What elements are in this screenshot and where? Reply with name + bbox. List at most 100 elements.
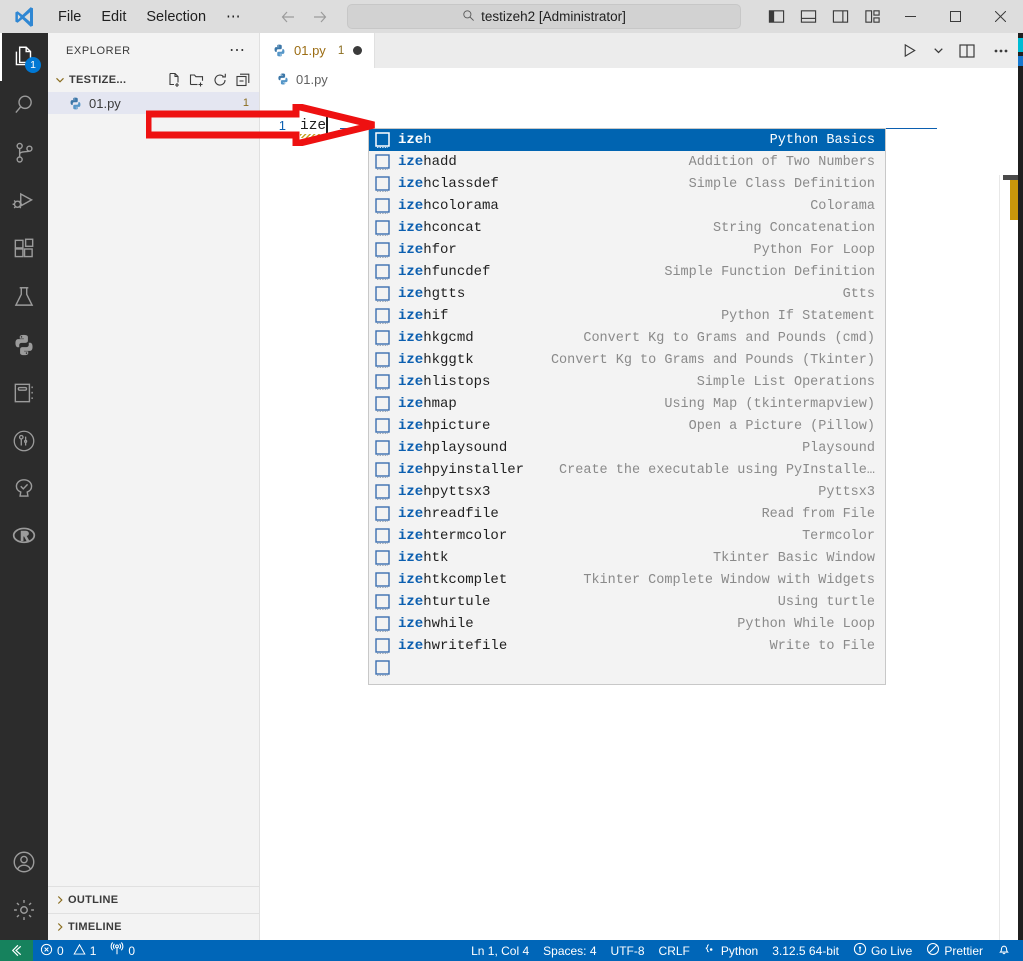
toggle-secondary-sidebar-icon[interactable] [824, 0, 856, 33]
status-python-interpreter[interactable]: 3.12.5 64-bit [765, 940, 846, 961]
editor-scrollbar-track[interactable] [999, 175, 1013, 940]
toggle-primary-sidebar-icon[interactable] [760, 0, 792, 33]
breadcrumb[interactable]: 01.py [260, 68, 1023, 90]
tab-dirty-indicator[interactable] [353, 46, 363, 55]
customize-layout-icon[interactable] [856, 0, 888, 33]
suggestion-item[interactable]: izehclassdef Simple Class Definition [369, 173, 885, 195]
status-cursor-position[interactable]: Ln 1, Col 4 [464, 940, 536, 961]
command-center-search[interactable]: testizeh2 [Administrator] [347, 4, 741, 29]
suggestion-label: izehwhile [398, 616, 474, 632]
status-encoding[interactable]: UTF-8 [604, 940, 652, 961]
arrow-left-icon[interactable] [279, 8, 297, 26]
activity-bar-item-python[interactable] [0, 321, 48, 369]
activity-bar-item-explorer[interactable]: 1 [0, 33, 48, 81]
activity-bar-item-health-check[interactable] [0, 465, 48, 513]
status-go-live[interactable]: Go Live [846, 940, 919, 961]
suggestion-description: Simple List Operations [696, 374, 875, 390]
suggestion-item[interactable]: izehwhile Python While Loop [369, 613, 885, 635]
suggestion-item[interactable]: izehreadfile Read from File [369, 503, 885, 525]
menu-file[interactable]: File [48, 6, 91, 28]
menu-more[interactable]: ⋯ [216, 6, 251, 28]
explorer-badge: 1 [25, 57, 41, 73]
suggestion-description: Write to File [769, 638, 875, 654]
suggestion-item[interactable]: izehconcat String Concatenation [369, 217, 885, 239]
code-line-1[interactable]: 1 ize [260, 116, 329, 138]
editor-tab-01py[interactable]: 01.py 1 [260, 33, 376, 68]
sidebar-section-outline[interactable]: OUTLINE [48, 886, 259, 913]
suggestion-label: izehpicture [398, 418, 491, 434]
status-eol[interactable]: CRLF [652, 940, 697, 961]
window-maximize-button[interactable] [933, 0, 978, 33]
overview-ruler-tick-cyan [1018, 38, 1023, 52]
suggestion-item[interactable]: izehif Python If Statement [369, 305, 885, 327]
suggestion-widget[interactable]: izeh Python Basics izehadd Addition of Two … [368, 128, 886, 685]
activity-bar-item-accounts[interactable] [0, 838, 48, 886]
suggestion-item[interactable]: izeh Python Basics [369, 129, 885, 151]
suggestion-description: Using turtle [777, 594, 875, 610]
activity-bar-item-r-language[interactable] [0, 513, 48, 561]
suggestion-item[interactable]: izehadd Addition of Two Numbers [369, 151, 885, 173]
status-notifications[interactable] [990, 940, 1023, 961]
activity-bar-item-search[interactable] [0, 81, 48, 129]
new-folder-icon[interactable] [187, 70, 207, 90]
activity-bar-item-jupyter[interactable] [0, 417, 48, 465]
suggestion-label: izehkgcmd [398, 330, 474, 346]
suggestion-item[interactable]: izehpyinstaller Create the executable usi… [369, 459, 885, 481]
suggestion-item[interactable]: izehplaysound Playsound [369, 437, 885, 459]
status-indentation[interactable]: Spaces: 4 [536, 940, 603, 961]
status-problems[interactable]: 0 1 [33, 940, 103, 961]
activity-bar-item-extensions[interactable] [0, 225, 48, 273]
snippet-icon [375, 549, 392, 567]
run-python-file-icon[interactable] [897, 37, 921, 65]
activity-bar-item-source-control[interactable] [0, 129, 48, 177]
suggestion-label: izehplaysound [398, 440, 508, 456]
error-squiggle [300, 133, 327, 138]
chevron-down-icon[interactable] [931, 37, 945, 65]
navigation-buttons [279, 8, 329, 26]
window-minimize-button[interactable] [888, 0, 933, 33]
suggestion-item[interactable]: izehtk Tkinter Basic Window [369, 547, 885, 569]
suggestion-item[interactable]: izehpyttsx3 Pyttsx3 [369, 481, 885, 503]
suggestion-item[interactable]: izehfuncdef Simple Function Definition [369, 261, 885, 283]
suggestion-item[interactable]: izehpicture Open a Picture (Pillow) [369, 415, 885, 437]
explorer-folder-header[interactable]: TESTIZE... [48, 68, 259, 92]
snippet-icon [375, 659, 392, 677]
suggestion-item[interactable]: izehmap Using Map (tkintermapview) [369, 393, 885, 415]
suggestion-label: izehcolorama [398, 198, 499, 214]
status-remote-window[interactable] [0, 940, 33, 961]
outline-label: OUTLINE [68, 894, 119, 906]
sidebar-more-actions-icon[interactable]: ⋯ [222, 42, 253, 58]
window-close-button[interactable] [978, 0, 1023, 33]
file-tree-item-01py[interactable]: 01.py 1 [48, 92, 259, 114]
status-prettier[interactable]: Prettier [919, 940, 990, 961]
snippet-icon [375, 637, 392, 655]
suggestion-item[interactable] [369, 657, 885, 679]
activity-bar-item-notebook[interactable] [0, 369, 48, 417]
suggestion-item[interactable]: izehkgcmd Convert Kg to Grams and Pounds … [369, 327, 885, 349]
suggestion-item[interactable]: izehturtule Using turtle [369, 591, 885, 613]
activity-bar-item-testing[interactable] [0, 273, 48, 321]
collapse-all-icon[interactable] [233, 70, 253, 90]
new-file-icon[interactable] [164, 70, 184, 90]
refresh-icon[interactable] [210, 70, 230, 90]
suggestion-item[interactable]: izehcolorama Colorama [369, 195, 885, 217]
suggestion-item[interactable]: izehgtts Gtts [369, 283, 885, 305]
suggestion-item[interactable]: izehkggtk Convert Kg to Grams and Pounds … [369, 349, 885, 371]
arrow-right-icon[interactable] [311, 8, 329, 26]
menu-selection[interactable]: Selection [136, 6, 216, 28]
suggestion-item[interactable]: izehwritefile Write to File [369, 635, 885, 657]
status-ports[interactable]: 0 [103, 940, 142, 961]
status-language-mode[interactable]: Python [697, 940, 765, 961]
sidebar-section-timeline[interactable]: TIMELINE [48, 913, 259, 940]
split-editor-icon[interactable] [955, 37, 979, 65]
activity-bar-item-run-debug[interactable] [0, 177, 48, 225]
activity-bar-item-manage-gear[interactable] [0, 886, 48, 934]
menu-edit[interactable]: Edit [91, 6, 136, 28]
suggestion-item[interactable]: izehfor Python For Loop [369, 239, 885, 261]
suggestion-item[interactable]: izehtkcomplet Tkinter Complete Window wit… [369, 569, 885, 591]
suggestion-item[interactable]: izehtermcolor Termcolor [369, 525, 885, 547]
toggle-panel-icon[interactable] [792, 0, 824, 33]
suggestion-item[interactable]: izehlistops Simple List Operations [369, 371, 885, 393]
suggestion-description: Create the executable using PyInstalle… [559, 462, 875, 478]
more-actions-icon[interactable] [989, 37, 1013, 65]
